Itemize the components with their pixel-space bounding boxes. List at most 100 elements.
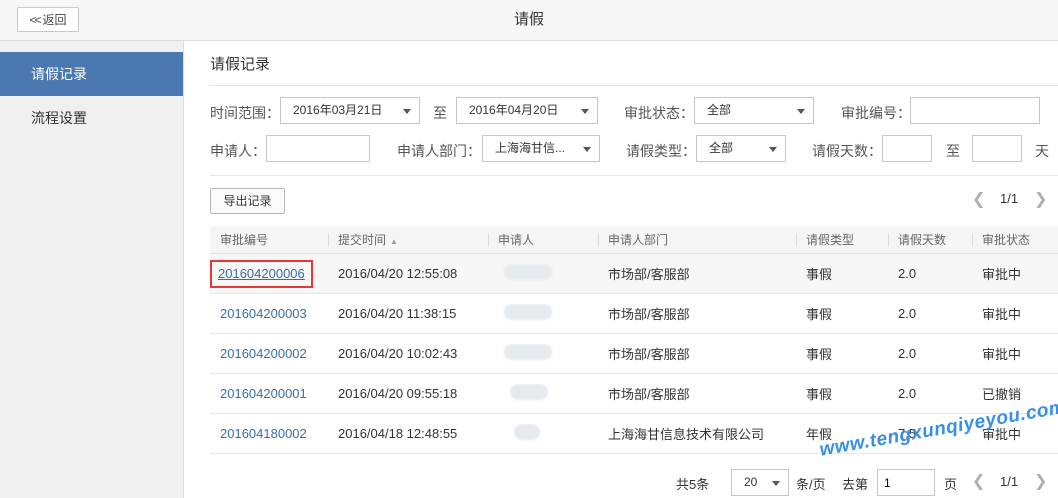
dept-value: 上海海甘信... [495,141,566,155]
leave-type-select[interactable]: 全部 [696,135,786,162]
status-cell: 审批中 [982,347,1022,362]
date-from-value: 2016年03月21日 [293,103,383,117]
prev-page-icon[interactable]: ❮ [972,471,985,491]
status-select[interactable]: 全部 [694,97,814,124]
dept-cell: 市场部/客服部 [608,307,690,322]
status-label: 审批状态： [624,105,694,121]
blurred-applicant [504,304,552,320]
date-from-select[interactable]: 2016年03月21日 [280,97,420,124]
dropdown-arrow-icon [769,147,777,152]
goto-page-input[interactable] [877,469,935,496]
sidebar-item-process-settings[interactable]: 流程设置 [0,96,183,140]
page-size-value: 20 [744,475,758,489]
approval-no-link[interactable]: 201604200003 [220,306,307,321]
column-header[interactable]: 申请人 [488,226,598,254]
page-title: 请假 [513,11,544,28]
approval-no-link[interactable]: 201604200001 [220,386,307,401]
dropdown-arrow-icon [772,481,780,486]
column-header[interactable]: 请假天数 [888,226,972,254]
top-bar: << 返回 请假 [0,0,1058,41]
page-indicator: 1/1 [1000,474,1019,489]
days-cell: 2.0 [898,306,917,321]
column-header[interactable]: 请假类型 [796,226,888,254]
dept-label: 申请人部门： [397,143,481,159]
dropdown-arrow-icon [581,109,589,114]
dept-cell: 市场部/客服部 [608,267,690,282]
page-indicator: 1/1 [1000,191,1019,206]
days-label: 请假天数： [812,143,882,159]
dept-cell: 市场部/客服部 [608,387,690,402]
dept-cell: 上海海甘信息技术有限公司 [608,427,765,442]
column-header[interactable]: 审批状态 [972,226,1058,254]
days-cell: 2.0 [898,266,917,281]
approval-no-link[interactable]: 201604180002 [220,426,307,441]
approval-no-label: 审批编号： [841,105,911,121]
applicant-input[interactable] [266,135,370,162]
submit-time: 2016/04/20 11:38:15 [338,306,457,321]
page-unit-label: 页 [944,477,958,492]
leave-type-value: 全部 [709,141,734,155]
submit-time: 2016/04/18 12:48:55 [338,426,458,441]
table-row[interactable]: 201604200001 2016/04/20 09:55:18 市场部/客服部… [210,374,1058,414]
approval-no-link[interactable]: 201604200006 [210,259,313,288]
leave-type-cell: 事假 [806,387,833,402]
date-to-label: 至 [433,105,447,121]
dropdown-arrow-icon [403,109,411,114]
status-value: 全部 [707,103,732,117]
next-page-icon[interactable]: ❯ [1034,471,1047,491]
applicant-label: 申请人： [210,143,266,159]
table-row[interactable]: 201604200006 2016/04/20 12:55:08 市场部/客服部… [210,254,1058,294]
sidebar-item-label: 请假记录 [31,66,87,82]
next-page-icon[interactable]: ❯ [1034,189,1047,209]
prev-page-icon[interactable]: ❮ [972,189,985,209]
blurred-applicant [504,344,552,360]
table-row[interactable]: 201604200002 2016/04/20 10:02:43 市场部/客服部… [210,334,1058,374]
column-header-label: 提交时间 [338,232,387,247]
per-page-label: 条/页 [796,477,826,492]
status-cell: 审批中 [982,307,1022,322]
section-title: 请假记录 [210,56,271,73]
days-from-input[interactable] [882,135,932,162]
sidebar-item-label: 流程设置 [31,110,87,126]
submit-time: 2016/04/20 12:55:08 [338,266,458,281]
approval-no-input[interactable] [910,97,1040,124]
pagination-footer: 共5条 20 条/页 去第 页 ❮ 1/1 ❯ [184,469,1058,497]
leave-type-cell: 事假 [806,307,833,322]
sidebar: 请假记录 流程设置 [0,41,184,498]
leave-type-cell: 事假 [806,267,833,282]
days-cell: 2.0 [898,346,917,361]
days-cell: 2.0 [898,386,917,401]
column-header-submit-time[interactable]: 提交时间 ▲︎ [328,226,488,254]
time-range-label: 时间范围： [210,105,280,121]
total-count: 共5条 [676,477,710,492]
days-unit-label: 天 [1035,143,1049,159]
sidebar-item-leave-records[interactable]: 请假记录 [0,52,183,96]
date-to-value: 2016年04月20日 [469,103,559,117]
export-records-button[interactable]: 导出记录 [210,188,285,214]
dropdown-arrow-icon [583,147,591,152]
days-to-label: 至 [946,143,960,159]
divider [210,175,1058,176]
days-to-input[interactable] [972,135,1022,162]
leave-type-cell: 事假 [806,347,833,362]
submit-time: 2016/04/20 10:02:43 [338,346,458,361]
blurred-applicant [514,424,540,440]
dropdown-arrow-icon [797,109,805,114]
table-row[interactable]: 201604200003 2016/04/20 11:38:15 市场部/客服部… [210,294,1058,334]
dept-cell: 市场部/客服部 [608,347,690,362]
date-to-select[interactable]: 2016年04月20日 [456,97,598,124]
table-header: 审批编号 提交时间 ▲︎ 申请人 申请人部门 请假类型 请假天数 审批状态 [210,226,1058,254]
blurred-applicant [510,384,548,400]
sort-icon[interactable]: ▲︎ [390,237,398,246]
dept-select[interactable]: 上海海甘信... [482,135,600,162]
submit-time: 2016/04/20 09:55:18 [338,386,458,401]
page-size-select[interactable]: 20 [731,469,789,496]
blurred-applicant [504,264,552,280]
divider [210,85,1058,86]
column-header[interactable]: 申请人部门 [598,226,796,254]
column-header[interactable]: 审批编号 [210,226,328,254]
goto-label: 去第 [842,477,869,492]
approval-no-link[interactable]: 201604200002 [220,346,307,361]
status-cell: 审批中 [982,267,1022,282]
leave-type-label: 请假类型： [626,143,696,159]
